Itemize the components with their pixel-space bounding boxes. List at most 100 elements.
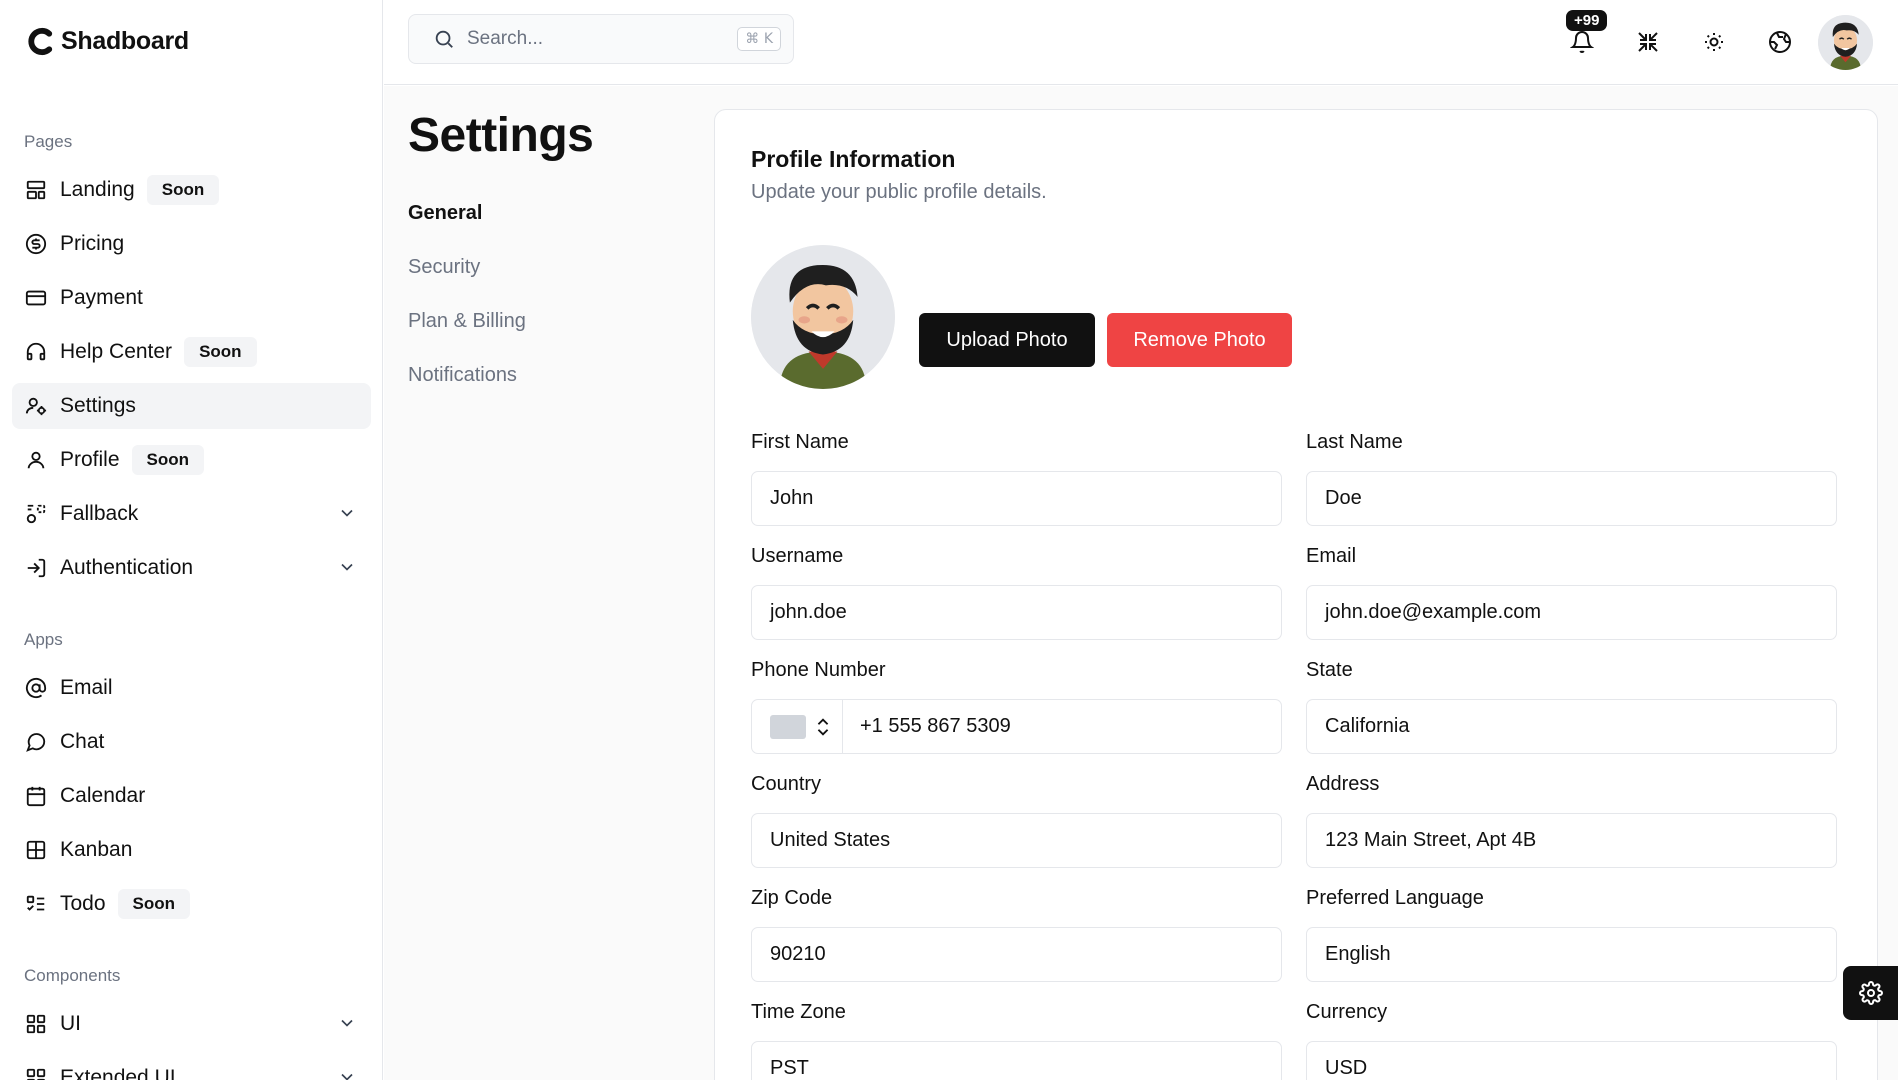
sidebar-item-label: Todo (60, 892, 106, 915)
avatar-illustration (1818, 15, 1873, 70)
preferred-language-label: Preferred Language (1306, 887, 1484, 909)
settings-tab-plan-billing[interactable]: Plan & Billing (408, 310, 526, 333)
time-zone-label: Time Zone (751, 1001, 846, 1023)
minimize-icon (1638, 32, 1658, 52)
chevrons-up-down-icon (817, 717, 829, 736)
headphones-icon (24, 340, 48, 364)
section-label-pages: Pages (24, 132, 73, 151)
sidebar-item-label: Kanban (60, 838, 133, 861)
sidebar-item-label: Landing (60, 178, 135, 201)
sidebar-item-kanban[interactable]: Kanban (12, 827, 371, 873)
flag-placeholder-icon (770, 714, 806, 739)
time-zone-field[interactable]: PST (751, 1041, 1282, 1080)
brand-logo[interactable]: Shadboard (26, 26, 189, 57)
state-label: State (1306, 659, 1353, 681)
fullscreen-toggle-button[interactable] (1628, 22, 1668, 62)
phone-number-field[interactable]: +1 555 867 5309 (842, 699, 1282, 754)
soon-badge: Soon (146, 175, 220, 205)
layout-icon (24, 178, 48, 202)
sidebar-item-label: Calendar (60, 784, 146, 807)
credit-card-icon (24, 286, 48, 310)
sidebar-item-chat[interactable]: Chat (12, 719, 371, 765)
search-input[interactable]: Search... ⌘ K (408, 14, 794, 64)
chevron-down-icon (341, 509, 353, 517)
theme-toggle-button[interactable] (1694, 22, 1734, 62)
currency-field[interactable]: USD (1306, 1041, 1837, 1080)
sidebar-item-authentication[interactable]: Authentication (12, 545, 371, 591)
globe-icon (1769, 31, 1791, 53)
shapes-icon (24, 502, 48, 526)
sidebar-item-pricing[interactable]: Pricing (12, 221, 371, 267)
sidebar-item-label: Pricing (60, 232, 125, 255)
address-label: Address (1306, 773, 1380, 795)
last-name-label: Last Name (1306, 431, 1403, 453)
main-content: Settings General Security Plan & Billing… (384, 86, 1898, 1080)
card-description: Update your public profile details. (751, 181, 1047, 203)
settings-tab-general[interactable]: General (408, 202, 482, 225)
calendar-icon (24, 784, 48, 808)
username-field[interactable]: john.doe (751, 585, 1282, 640)
country-label: Country (751, 773, 822, 795)
currency-label: Currency (1306, 1001, 1388, 1023)
upload-photo-button[interactable]: Upload Photo (919, 313, 1095, 367)
soon-badge: Soon (117, 889, 191, 919)
sidebar-item-help-center[interactable]: Help Center Soon (12, 329, 371, 375)
remove-photo-button[interactable]: Remove Photo (1107, 313, 1292, 367)
grid-icon (24, 838, 48, 862)
section-label-apps: Apps (24, 630, 63, 649)
sidebar-item-label: Fallback (60, 502, 139, 525)
user-avatar[interactable] (1818, 15, 1873, 70)
sidebar-item-label: Authentication (60, 556, 194, 579)
layout-grid-icon (24, 1066, 48, 1080)
language-button[interactable] (1760, 22, 1800, 62)
sidebar-item-label: Payment (60, 286, 143, 309)
first-name-label: First Name (751, 431, 849, 453)
sidebar-item-payment[interactable]: Payment (12, 275, 371, 321)
chevron-down-icon (341, 1073, 353, 1080)
list-todo-icon (24, 892, 48, 916)
sidebar-item-label: Settings (60, 394, 136, 417)
app-root: Shadboard Pages Landing Soon Pricing Pay… (0, 0, 1898, 1080)
username-label: Username (751, 545, 844, 567)
log-in-icon (24, 556, 48, 580)
first-name-field[interactable]: John (751, 471, 1282, 526)
keyboard-shortcut: ⌘ K (737, 27, 781, 51)
email-label: Email (1306, 545, 1357, 567)
sidebar-item-label: Extended UI (60, 1066, 176, 1080)
country-field[interactable]: United States (751, 813, 1282, 868)
sidebar-item-label: Email (60, 676, 113, 699)
settings-tab-security[interactable]: Security (408, 256, 480, 279)
search-placeholder: Search... (467, 28, 544, 49)
sidebar-item-email[interactable]: Email (12, 665, 371, 711)
sidebar-item-calendar[interactable]: Calendar (12, 773, 371, 819)
profile-information-card: Profile Information Update your public p… (714, 109, 1878, 1080)
last-name-field[interactable]: Doe (1306, 471, 1837, 526)
email-field[interactable]: john.doe@example.com (1306, 585, 1837, 640)
phone-country-select[interactable] (751, 699, 843, 754)
sidebar-item-todo[interactable]: Todo Soon (12, 881, 371, 927)
sidebar-item-landing[interactable]: Landing Soon (12, 167, 371, 213)
notification-count-badge: +99 (1566, 10, 1608, 31)
zip-code-field[interactable]: 90210 (751, 927, 1282, 982)
settings-tab-notifications[interactable]: Notifications (408, 364, 517, 387)
message-circle-icon (24, 730, 48, 754)
profile-photo (751, 245, 895, 389)
soon-badge: Soon (184, 337, 257, 367)
shortcut-key: K (763, 31, 773, 47)
sidebar-item-label: UI (60, 1012, 81, 1035)
preferred-language-field[interactable]: English (1306, 927, 1837, 982)
sidebar-item-ui[interactable]: UI (12, 1001, 371, 1047)
state-field[interactable]: California (1306, 699, 1837, 754)
sidebar-item-settings[interactable]: Settings (12, 383, 371, 429)
logo-icon (28, 27, 53, 56)
topbar: Search... ⌘ K (384, 0, 1898, 85)
dollar-circle-icon (24, 232, 48, 256)
sidebar-item-profile[interactable]: Profile Soon (12, 437, 371, 483)
address-field[interactable]: 123 Main Street, Apt 4B (1306, 813, 1837, 868)
at-sign-icon (24, 676, 48, 700)
customizer-button[interactable] (1843, 966, 1898, 1020)
sidebar-item-extended-ui[interactable]: Extended UI (12, 1055, 371, 1080)
sidebar-item-fallback[interactable]: Fallback (12, 491, 371, 537)
card-title: Profile Information (751, 146, 956, 172)
section-label-components: Components (24, 966, 121, 985)
